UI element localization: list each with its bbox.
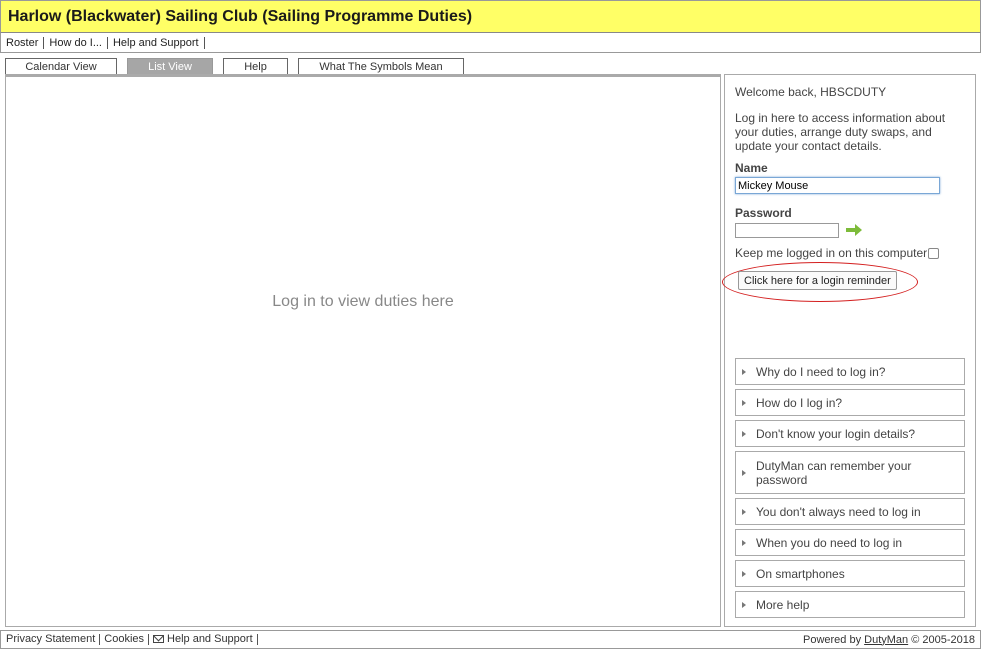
faq-item[interactable]: More help xyxy=(735,591,965,618)
tab-help[interactable]: Help xyxy=(223,58,288,74)
tab-calendar-view[interactable]: Calendar View xyxy=(5,58,117,74)
faq-item[interactable]: You don't always need to log in xyxy=(735,498,965,525)
app-header: Harlow (Blackwater) Sailing Club (Sailin… xyxy=(0,0,981,33)
faq-item[interactable]: Why do I need to log in? xyxy=(735,358,965,385)
password-row xyxy=(735,222,965,238)
faq-list: Why do I need to log in? How do I log in… xyxy=(735,358,965,622)
nav-how-do-i[interactable]: How do I... xyxy=(49,36,108,49)
expand-triangle-icon xyxy=(742,469,746,476)
keep-logged-in-label: Keep me logged in on this computer xyxy=(735,246,928,260)
footer-privacy-link[interactable]: Privacy Statement xyxy=(6,634,101,645)
name-input[interactable] xyxy=(735,177,940,194)
password-input[interactable] xyxy=(735,222,839,238)
footer: Privacy Statement Cookies Help and Suppo… xyxy=(0,630,981,649)
footer-cookies-link[interactable]: Cookies xyxy=(104,634,150,645)
page-title: Harlow (Blackwater) Sailing Club (Sailin… xyxy=(8,7,473,25)
expand-triangle-icon xyxy=(742,570,746,577)
login-reminder-button[interactable]: Click here for a login reminder xyxy=(738,271,897,290)
duties-placeholder: Log in to view duties here xyxy=(272,292,454,310)
name-label: Name xyxy=(735,161,768,175)
tab-list-view[interactable]: List View xyxy=(127,58,213,74)
expand-triangle-icon xyxy=(742,508,746,515)
faq-item[interactable]: Don't know your login details? xyxy=(735,420,965,447)
footer-powered: Powered by DutyMan © 2005-2018 xyxy=(803,634,975,646)
reminder-area: Click here for a login reminder xyxy=(722,262,965,302)
dutyman-link[interactable]: DutyMan xyxy=(864,634,908,646)
copyright: © 2005-2018 xyxy=(911,633,975,646)
password-label: Password xyxy=(735,206,792,220)
duties-panel: Log in to view duties here xyxy=(5,74,721,627)
login-arrow-icon[interactable] xyxy=(845,222,863,238)
welcome-text: Welcome back, HBSCDUTY xyxy=(735,85,887,99)
keep-logged-in-checkbox[interactable] xyxy=(928,247,940,259)
view-tabs: Calendar View List View Help What The Sy… xyxy=(5,58,474,74)
faq-item[interactable]: On smartphones xyxy=(735,560,965,587)
footer-links: Privacy Statement Cookies Help and Suppo… xyxy=(6,634,262,645)
faq-item[interactable]: How do I log in? xyxy=(735,389,965,416)
login-intro: Log in here to access information about … xyxy=(735,111,946,153)
faq-item[interactable]: When you do need to log in xyxy=(735,529,965,556)
expand-triangle-icon xyxy=(742,601,746,608)
expand-triangle-icon xyxy=(742,399,746,406)
nav-help-and-support[interactable]: Help and Support xyxy=(113,36,205,49)
nav-roster[interactable]: Roster xyxy=(6,36,45,49)
top-nav: Roster How do I... Help and Support xyxy=(0,33,981,53)
expand-triangle-icon xyxy=(742,430,746,437)
expand-triangle-icon xyxy=(742,368,746,375)
footer-help-link[interactable]: Help and Support xyxy=(153,634,258,645)
powered-prefix: Powered by xyxy=(802,633,862,646)
tab-symbols[interactable]: What The Symbols Mean xyxy=(298,58,464,74)
keep-logged-in-row: Keep me logged in on this computer xyxy=(735,246,965,260)
expand-triangle-icon xyxy=(742,539,746,546)
faq-item[interactable]: DutyMan can remember your password xyxy=(735,451,965,494)
login-panel: Welcome back, HBSCDUTY Log in here to ac… xyxy=(722,74,976,627)
envelope-icon xyxy=(153,635,165,644)
